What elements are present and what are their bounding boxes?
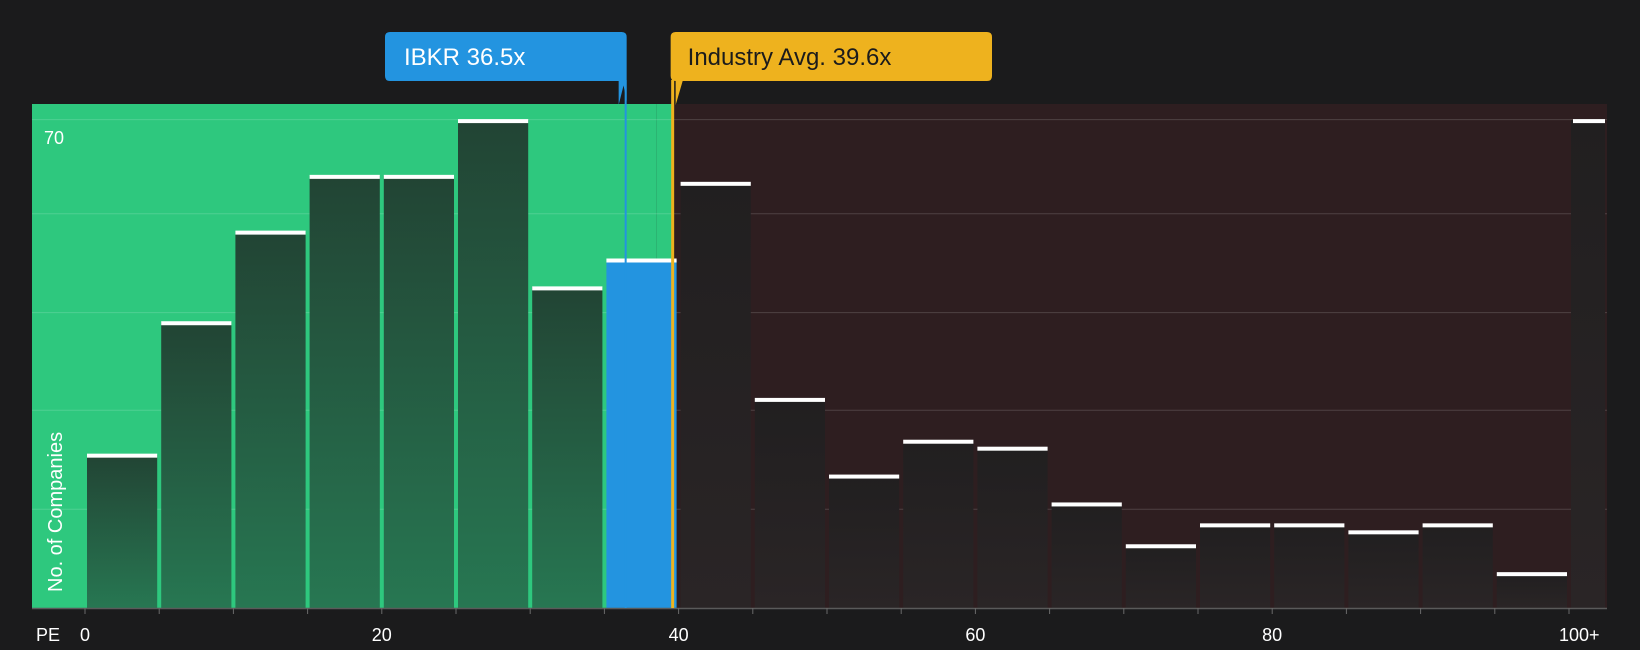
bar-90-95 bbox=[1422, 524, 1493, 608]
bar-cap-30 bbox=[532, 286, 603, 291]
bar-15-20 bbox=[309, 175, 380, 609]
pe-distribution-chart: 0 20 40 60 80 100+ PE 70 No. of Companies IBKR 36… bbox=[0, 0, 1640, 650]
bar-cap-15 bbox=[309, 174, 380, 179]
y-axis-label: No. of Companies bbox=[45, 432, 67, 592]
bar-cap-90 bbox=[1422, 523, 1493, 528]
industry-callout-label: Industry Avg. 39.6x bbox=[688, 44, 892, 71]
bar-cap-50 bbox=[829, 474, 900, 479]
bar-60-65 bbox=[977, 447, 1048, 608]
bar-cap-20 bbox=[383, 174, 454, 179]
bar-cap-0 bbox=[87, 453, 158, 458]
bar-cap-60 bbox=[977, 446, 1048, 451]
bar-40-45 bbox=[680, 182, 751, 608]
bar-cap-95 bbox=[1496, 572, 1567, 577]
bar-cap-5 bbox=[161, 321, 232, 326]
x-tick-label-20: 20 bbox=[372, 625, 392, 645]
x-axis-label: PE bbox=[36, 625, 60, 645]
chart-svg: 0 20 40 60 80 100+ PE 70 No. of Companies IBKR 36… bbox=[32, 32, 1607, 645]
bar-cap-85 bbox=[1348, 530, 1419, 535]
bar-cap-25 bbox=[458, 119, 529, 124]
x-tick-label-0: 0 bbox=[80, 625, 90, 645]
bar-35-40 bbox=[606, 259, 677, 608]
x-tick-label-40: 40 bbox=[669, 625, 689, 645]
bar-cap-75 bbox=[1200, 523, 1271, 528]
bar-50-55 bbox=[829, 475, 900, 608]
bar-25-30 bbox=[458, 120, 529, 608]
bar-65-70 bbox=[1051, 503, 1122, 608]
company-callout-label: IBKR 36.5x bbox=[404, 44, 525, 71]
x-tick-label-100+: 100+ bbox=[1559, 625, 1600, 645]
bar-cap-65 bbox=[1051, 502, 1122, 507]
bar-20-25 bbox=[383, 175, 454, 609]
y-tick-label: 70 bbox=[44, 128, 64, 148]
bar-cap-80 bbox=[1274, 523, 1345, 528]
bar-75-80 bbox=[1200, 524, 1271, 608]
bar-cap-55 bbox=[903, 439, 974, 444]
bar-cap-100 bbox=[1573, 119, 1605, 124]
bar-70-75 bbox=[1125, 545, 1196, 608]
bar-95-100 bbox=[1496, 573, 1567, 608]
bar-55-60 bbox=[903, 440, 974, 608]
bar-100-105 bbox=[1571, 120, 1605, 608]
bar-5-10 bbox=[161, 322, 232, 608]
x-tick-label-60: 60 bbox=[965, 625, 985, 645]
bar-cap-40 bbox=[680, 181, 751, 186]
bar-80-85 bbox=[1274, 524, 1345, 608]
bar-30-35 bbox=[532, 287, 603, 608]
bar-10-15 bbox=[235, 231, 306, 608]
x-tick-label-80: 80 bbox=[1262, 625, 1282, 645]
bar-45-50 bbox=[754, 398, 825, 608]
bar-cap-45 bbox=[754, 397, 825, 402]
bar-cap-10 bbox=[235, 230, 306, 235]
bar-cap-70 bbox=[1125, 544, 1196, 549]
bar-cap-35 bbox=[606, 258, 677, 263]
bar-85-90 bbox=[1348, 531, 1419, 608]
bar-0-5 bbox=[87, 454, 158, 608]
